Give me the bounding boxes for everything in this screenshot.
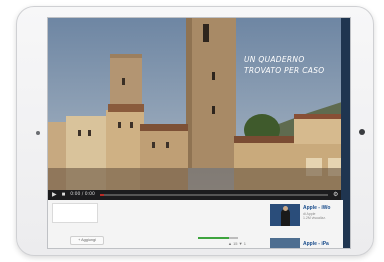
related-thumbnail[interactable] [270,238,300,248]
play-icon[interactable]: ▶ [52,190,57,200]
time-display: 0:00 / 0:00 [70,192,95,197]
views-bar [198,237,238,239]
video-player[interactable]: Un quaderno trovato per caso [48,18,350,190]
tablet-screen: Un quaderno trovato per caso ▶ ■ 0:00 / … [47,17,351,249]
video-overlay-title: Un quaderno trovato per caso [244,55,325,75]
settings-icon[interactable]: ⚙ [333,190,338,200]
progress-bar[interactable] [99,194,328,196]
camera-icon [36,131,40,135]
video-controls: ▶ ■ 0:00 / 0:00 ⚙ ▣ [48,190,350,200]
tablet-device: Un quaderno trovato per caso ▶ ■ 0:00 / … [16,6,374,256]
progress-fill [99,194,105,196]
related-video-item[interactable]: Apple - iPa [270,238,343,248]
video-title-box [52,203,98,223]
volume-icon[interactable]: ■ [62,190,66,200]
related-thumbnail[interactable] [270,204,300,226]
presenter-head [283,206,288,211]
add-to-button[interactable]: + Aggiungi [70,236,104,245]
related-title[interactable]: Apple - iPa [303,241,329,247]
related-video-item[interactable]: Apple - iWo di Apple 1.2M visualizz. [270,204,343,230]
related-title[interactable]: Apple - iWo [303,205,330,211]
presenter-figure [281,209,290,226]
video-info-panel: + Aggiungi ▲ 15 ▼ 1 Apple - iWo di Apple… [48,200,343,248]
video-frame [48,18,350,190]
related-meta: di Apple 1.2M visualizz. [303,212,326,220]
like-counts[interactable]: ▲ 15 ▼ 1 [228,241,246,246]
views-bar-fill [198,237,230,239]
home-button[interactable] [359,129,365,135]
